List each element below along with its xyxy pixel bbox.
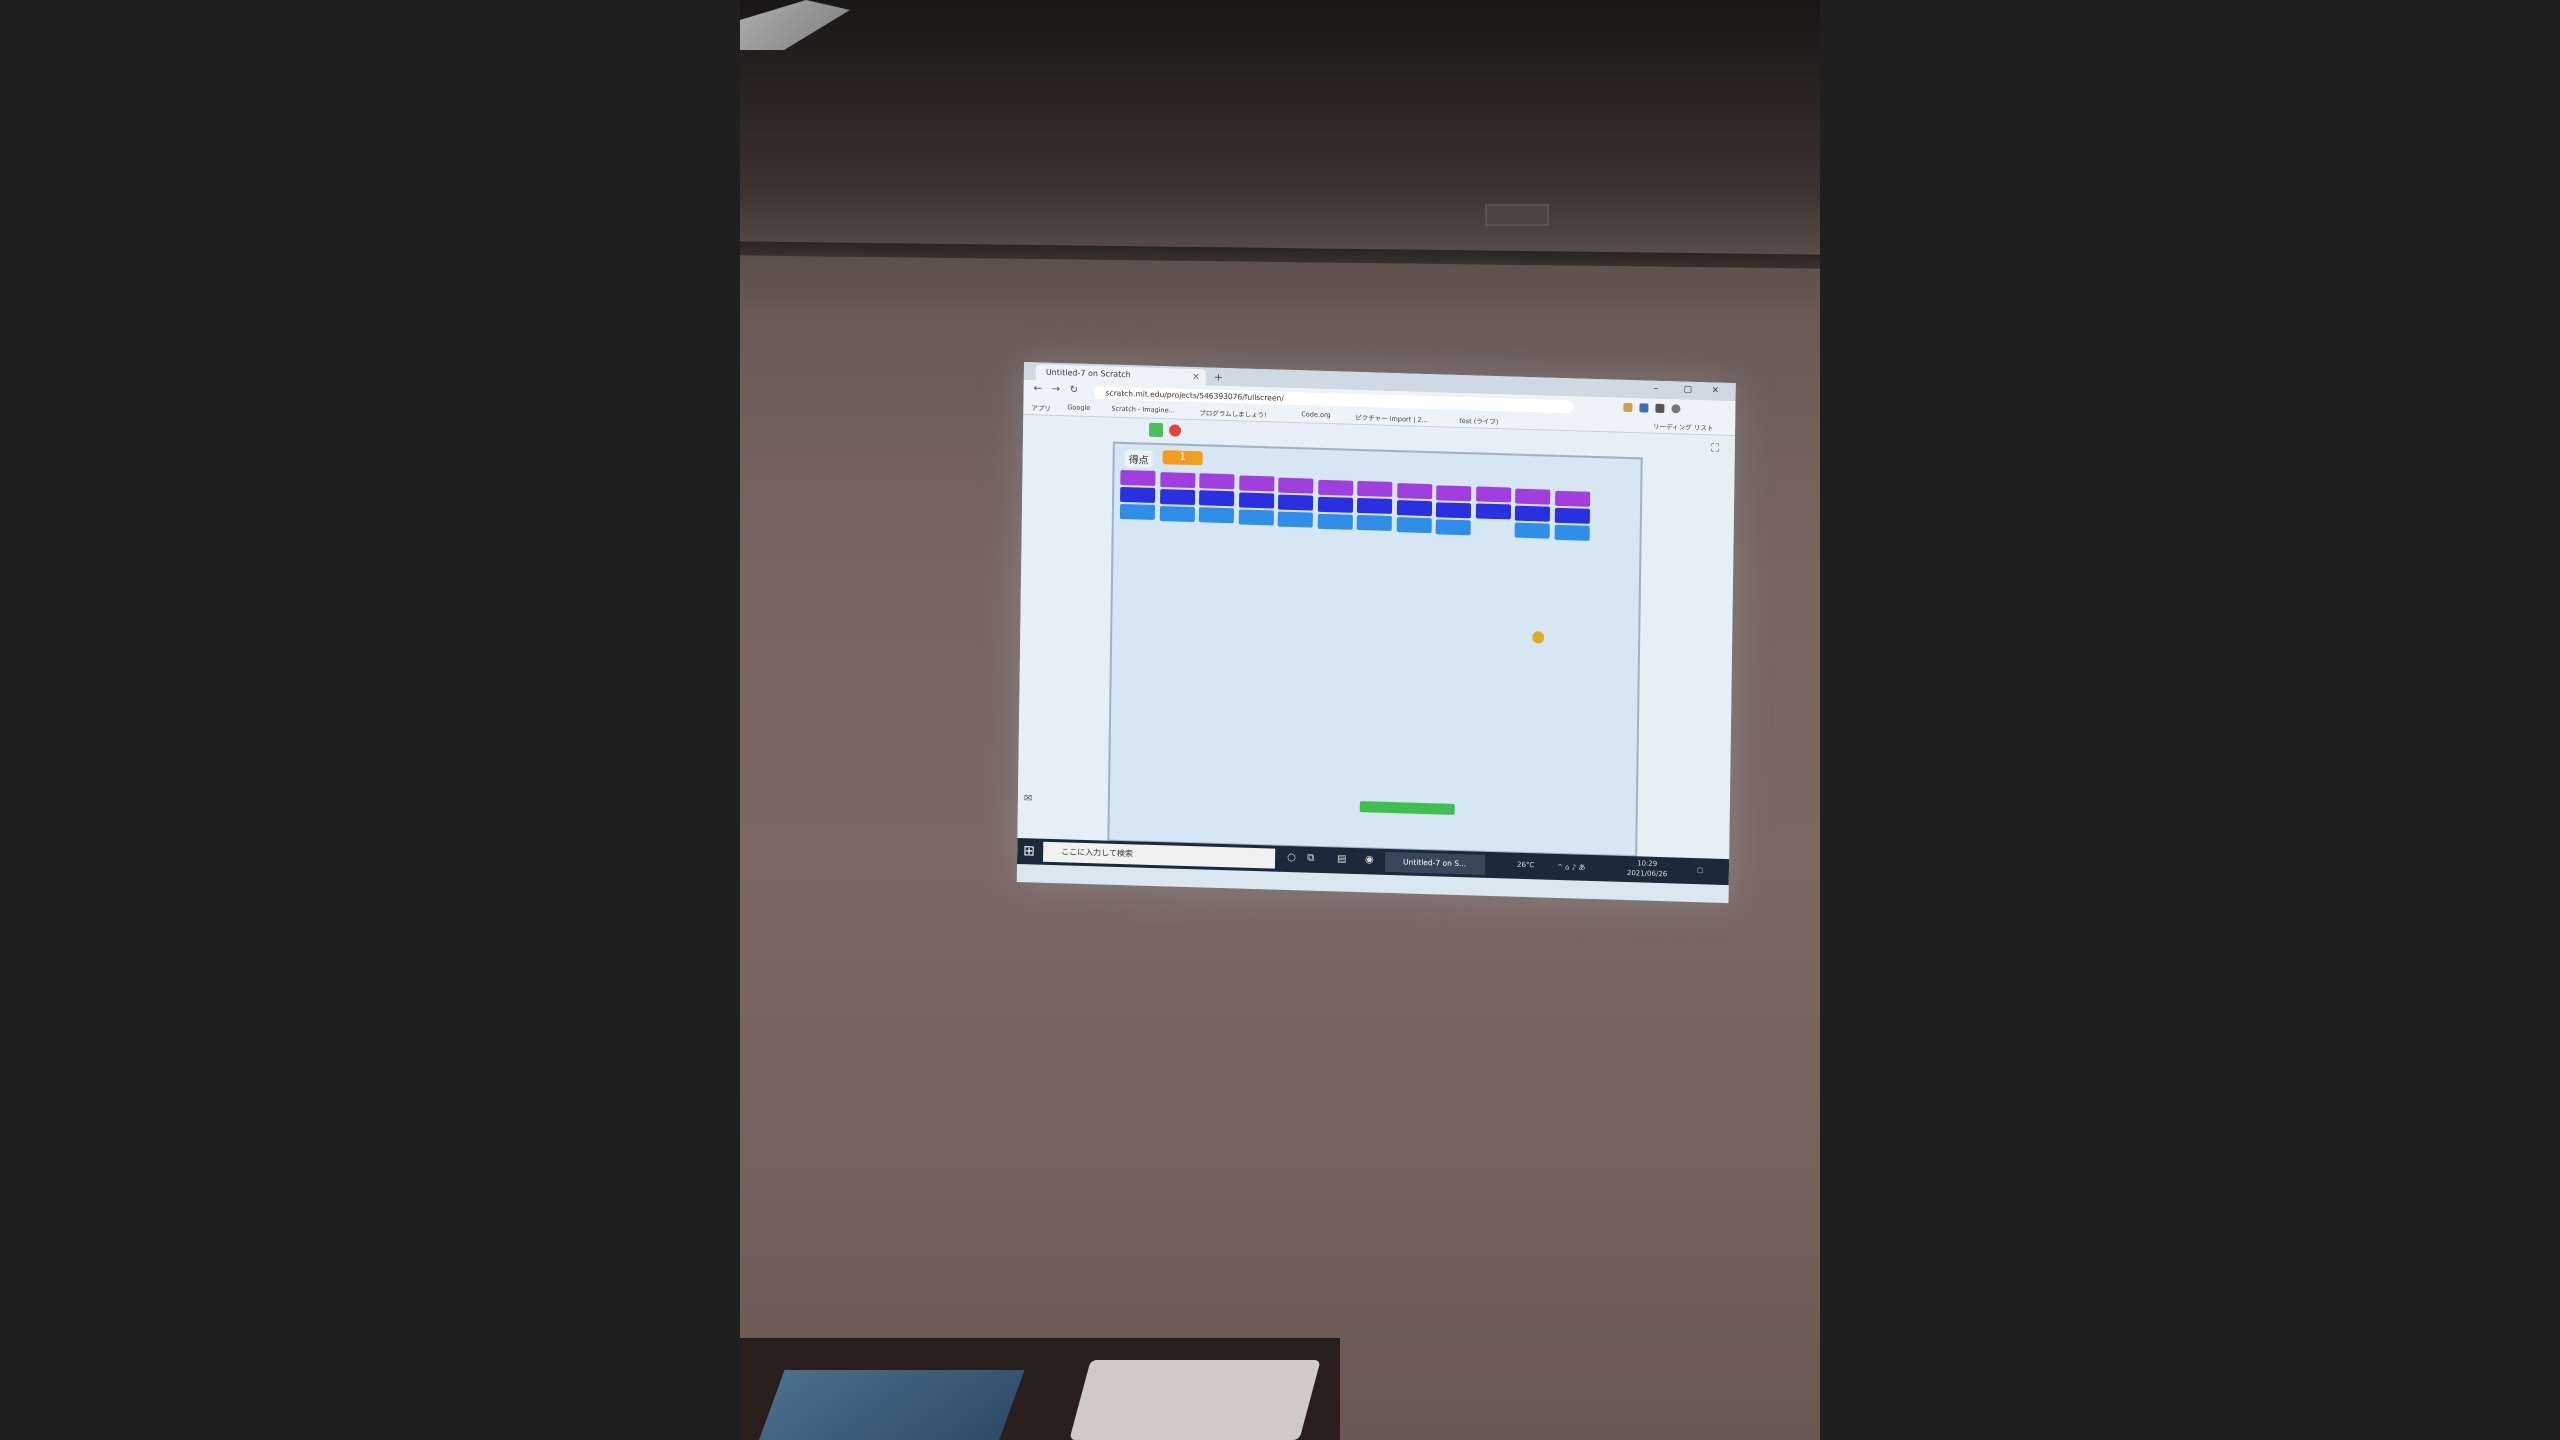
brick xyxy=(1120,486,1156,503)
brick xyxy=(1514,505,1551,522)
brick xyxy=(1396,499,1432,517)
star-icon[interactable] xyxy=(1623,402,1633,413)
brick xyxy=(1277,494,1314,511)
puzzle-icon[interactable] xyxy=(1655,403,1665,414)
brick xyxy=(1238,509,1274,526)
chat-icon[interactable]: ✉ xyxy=(1024,793,1033,804)
brick xyxy=(1554,507,1590,524)
ball xyxy=(1532,631,1545,644)
ceiling-vent xyxy=(1485,204,1549,226)
brick xyxy=(1356,498,1393,515)
cortana-icon[interactable]: ○ xyxy=(1287,852,1296,863)
forward-icon[interactable]: → xyxy=(1052,384,1061,395)
brick xyxy=(1238,492,1274,509)
brick xyxy=(1435,518,1471,535)
bookmark-program[interactable]: プログラムしましょう! xyxy=(1199,407,1267,419)
brick xyxy=(1159,471,1195,488)
brick xyxy=(1199,490,1235,507)
brick xyxy=(1238,475,1274,492)
brick xyxy=(1396,516,1432,534)
brick xyxy=(1515,488,1551,505)
brick xyxy=(1317,479,1353,496)
score-value: 1 xyxy=(1162,450,1203,466)
brick xyxy=(1159,488,1195,505)
brick xyxy=(1119,503,1156,520)
book xyxy=(755,1370,1025,1440)
close-window-button[interactable]: × xyxy=(1712,385,1720,395)
brick xyxy=(1277,511,1313,528)
brick xyxy=(1198,507,1234,524)
bookmark-apps[interactable]: アプリ xyxy=(1031,402,1051,413)
green-flag-button[interactable] xyxy=(1148,422,1164,438)
windows-start-icon[interactable]: ⊞ xyxy=(1023,843,1035,859)
chrome-icon[interactable]: ◉ xyxy=(1365,854,1374,865)
projected-screen: Untitled-7 on Scratch × + – ▢ × ← → ↻ sc… xyxy=(1016,362,1736,904)
taskbar-search-input[interactable]: ここに入力して検索 xyxy=(1043,841,1276,869)
brick xyxy=(1475,503,1511,520)
taskbar-app-scratch[interactable]: Untitled-7 on S... xyxy=(1384,851,1486,875)
clock-time: 10:29 xyxy=(1637,859,1658,868)
brick xyxy=(1475,486,1511,503)
ceiling xyxy=(740,0,1820,260)
weather-label: 26°C xyxy=(1516,860,1535,870)
extension-icon[interactable] xyxy=(1639,403,1649,413)
fullscreen-icon[interactable]: ⛶ xyxy=(1711,441,1719,455)
paper xyxy=(1069,1360,1321,1440)
brick xyxy=(1396,482,1432,500)
maximize-button[interactable]: ▢ xyxy=(1684,385,1693,395)
brick xyxy=(1317,496,1353,513)
new-tab-button[interactable]: + xyxy=(1214,371,1223,384)
bookmark-reading-list[interactable]: リーディング リスト xyxy=(1653,421,1713,433)
stop-button[interactable] xyxy=(1168,424,1182,437)
tray-icons[interactable]: ^ ⌂ ♪ あ xyxy=(1557,862,1586,873)
brick xyxy=(1278,477,1314,494)
bookmark-scratch[interactable]: Scratch - Imagine... xyxy=(1111,405,1175,415)
brick xyxy=(1436,484,1472,501)
brick xyxy=(1199,473,1235,490)
brick xyxy=(1120,469,1156,486)
game-stage[interactable]: 得点 1 xyxy=(1107,441,1643,858)
profile-icon[interactable] xyxy=(1671,404,1681,414)
reload-icon[interactable]: ↻ xyxy=(1070,384,1079,395)
brick xyxy=(1357,481,1393,498)
notification-icon[interactable]: ▢ xyxy=(1697,866,1704,874)
bookmark-google[interactable]: Google xyxy=(1067,403,1090,412)
tab-close-icon[interactable]: × xyxy=(1192,369,1200,385)
brick xyxy=(1554,524,1590,541)
back-icon[interactable]: ← xyxy=(1034,383,1043,394)
brick xyxy=(1514,522,1550,539)
score-label: 得点 xyxy=(1124,450,1153,468)
bookmark-test[interactable]: test (ライブ) xyxy=(1459,415,1498,426)
paddle[interactable] xyxy=(1359,801,1455,815)
brick xyxy=(1554,490,1590,507)
minimize-button[interactable]: – xyxy=(1654,384,1659,394)
task-view-icon[interactable]: ⧉ xyxy=(1307,853,1314,864)
file-explorer-icon[interactable]: ▤ xyxy=(1337,853,1347,864)
tab-title: Untitled-7 on Scratch xyxy=(1045,367,1131,380)
brick xyxy=(1356,515,1392,532)
scratch-page: ⛶ ✉ 得点 1 xyxy=(1017,414,1736,860)
clock-date: 2021/06/26 xyxy=(1626,869,1668,879)
bookmark-picture[interactable]: ピクチャー import | 2... xyxy=(1355,412,1428,424)
brick xyxy=(1435,501,1472,518)
bookmark-codeorg[interactable]: Code.org xyxy=(1301,410,1330,419)
brick xyxy=(1159,505,1195,522)
brick xyxy=(1317,513,1353,530)
